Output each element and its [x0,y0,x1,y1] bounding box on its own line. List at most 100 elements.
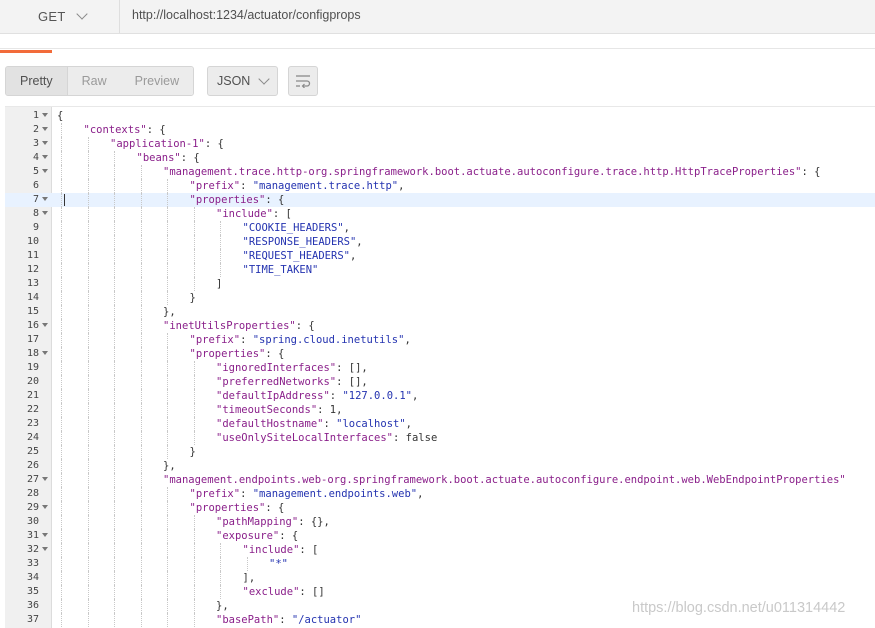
json-punctuation: : [ [272,208,292,220]
fold-toggle-icon[interactable] [42,323,48,327]
fold-toggle-icon[interactable] [42,533,48,537]
line-source: "*" [269,557,288,571]
indent-guide [61,249,62,263]
json-punctuation: : { [265,194,285,206]
code-line: 21 "defaultIpAddress": "127.0.0.1", [5,389,875,403]
indent-guide [140,445,142,459]
indent-guide [220,557,221,571]
indent-guide [87,207,89,221]
json-punctuation: : { [265,348,285,360]
line-number: 24 [26,432,39,443]
indent-guide [167,529,168,543]
indent-guide [87,431,89,445]
line-number: 37 [26,614,39,625]
indent-guide [61,515,62,529]
json-separator: : [240,180,253,192]
url-input[interactable]: http://localhost:1234/actuator/configpro… [132,8,361,22]
line-source: "prefix": "management.trace.http", [190,179,405,193]
indent-guide [140,319,142,333]
indent-guide [114,515,115,529]
json-key: "application-1" [110,138,205,150]
wrap-lines-button[interactable] [288,66,318,96]
indent-guide [114,221,115,235]
indent-guide [87,473,89,487]
method-select[interactable]: GET [4,0,120,33]
line-number: 23 [26,418,39,429]
json-key: "contexts" [83,124,147,136]
indent-guide [193,389,195,403]
fold-toggle-icon[interactable] [42,141,48,145]
line-number: 16 [26,320,39,331]
line-source: ] [216,277,222,291]
line-number: 36 [26,600,39,611]
indent-guide [114,417,115,431]
indent-guide [61,207,62,221]
json-key: "defaultHostname" [216,418,324,430]
indent-guide [61,291,62,305]
json-punctuation: , [405,418,412,430]
json-punctuation: : { [801,166,821,178]
line-source: "preferredNetworks": [], [216,375,368,389]
json-punctuation: }, [163,460,176,472]
line-source: } [190,445,196,459]
response-body-viewer[interactable]: 1{2 "contexts": {3 "application-1": {4 "bea… [5,106,875,628]
indent-guide [61,179,62,193]
json-key: "prefix" [189,334,241,346]
fold-toggle-icon[interactable] [42,127,48,131]
raw-button[interactable]: Raw [67,67,121,95]
json-key: "useOnlySiteLocalInterfaces" [216,432,394,444]
line-source: "useOnlySiteLocalInterfaces": false [216,431,437,445]
fold-toggle-icon[interactable] [42,211,48,215]
indent-guide [140,235,142,249]
indent-guide [61,193,62,207]
indent-guide [167,571,168,585]
json-key: "inetUtilsProperties" [163,320,296,332]
line-source: "include": [ [216,207,292,221]
indent-guide [167,389,168,403]
fold-toggle-icon[interactable] [42,169,48,173]
json-separator: : [240,334,253,346]
fold-toggle-icon[interactable] [42,113,48,117]
json-punctuation: : [ [299,544,319,556]
indent-guide [167,361,168,375]
indent-guide [114,501,115,515]
json-punctuation: , [398,180,405,192]
indent-guide [167,235,168,249]
indent-guide [61,613,62,627]
fold-toggle-icon[interactable] [42,351,48,355]
indent-guide [61,221,62,235]
indent-guide [167,585,168,599]
json-punctuation: : [], [336,376,368,388]
indent-guide [140,403,142,417]
pretty-button[interactable]: Pretty [6,67,68,95]
indent-guide [114,319,115,333]
indent-guide [246,557,248,571]
json-punctuation: { [57,110,64,122]
preview-button[interactable]: Preview [120,67,194,95]
active-tab-indicator [0,50,52,53]
indent-guide [167,557,168,571]
fold-toggle-icon[interactable] [42,477,48,481]
fold-toggle-icon[interactable] [42,547,48,551]
indent-guide [114,179,115,193]
line-source: "management.endpoints.web-org.springfram… [163,473,846,487]
code-line: 11 "REQUEST_HEADERS", [5,249,875,263]
format-select[interactable]: JSON [207,66,278,96]
indent-guide [114,529,115,543]
code-line: 3 "application-1": { [5,137,875,151]
line-number: 6 [32,180,39,191]
indent-guide [87,613,89,627]
indent-guide [87,151,89,165]
indent-guide [193,515,195,529]
indent-guide [140,347,142,361]
fold-toggle-icon[interactable] [42,155,48,159]
line-number: 25 [26,446,39,457]
indent-guide [167,445,168,459]
indent-guide [87,445,89,459]
code-line: 23 "defaultHostname": "localhost", [5,417,875,431]
fold-toggle-icon[interactable] [42,197,48,201]
json-punctuation: } [189,292,196,304]
line-number: 4 [32,152,39,163]
fold-toggle-icon[interactable] [42,505,48,509]
line-source: "management.trace.http-org.springframewo… [163,165,820,179]
